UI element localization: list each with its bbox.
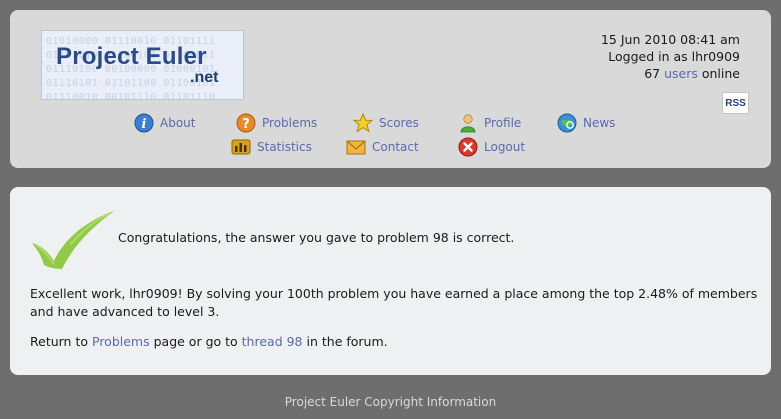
achievement-message: Excellent work, lhr0909! By solving your… (30, 286, 758, 319)
content-panel: Congratulations, the answer you gave to … (10, 187, 771, 375)
congratulations-message: Congratulations, the answer you gave to … (118, 230, 515, 245)
nav-logout-label: Logout (484, 140, 526, 154)
nav-problems-label: Problems (262, 116, 318, 130)
user-status: 15 Jun 2010 08:41 am Logged in as lhr090… (601, 31, 740, 82)
user-icon (460, 114, 476, 133)
logged-in-label: Logged in as (608, 49, 688, 64)
nav-news-label: News (583, 116, 616, 130)
nav-problems[interactable]: ? Problems (236, 113, 317, 133)
logo-name: Project Euler (56, 43, 207, 70)
rss-button[interactable]: RSS (722, 92, 749, 114)
return-prefix: Return to (30, 334, 89, 349)
nav-news[interactable]: News (557, 113, 615, 133)
nav-contact[interactable]: Contact (346, 137, 419, 157)
star-icon (353, 113, 373, 133)
return-mid: page or go to (153, 334, 238, 349)
logout-x-icon (458, 137, 478, 157)
users-link[interactable]: users (664, 66, 698, 81)
project-euler-logo[interactable]: 01010000 01110010 01101111 01101010 0110… (41, 30, 244, 100)
footer-copyright[interactable]: Project Euler Copyright Information (0, 395, 781, 409)
news-globe-icon (557, 113, 577, 133)
nav-profile-label: Profile (484, 116, 522, 130)
svg-text:i: i (142, 117, 147, 132)
footer-text: Project Euler Copyright Information (284, 395, 497, 409)
svg-text:?: ? (242, 117, 250, 132)
checkmark-icon (32, 211, 114, 269)
nav-contact-label: Contact (372, 140, 419, 154)
online-users-line: 67 users online (601, 65, 740, 82)
envelope-icon (346, 140, 366, 155)
info-icon: i (134, 113, 154, 133)
nav-profile[interactable]: Profile (458, 113, 521, 133)
logged-in-line: Logged in as lhr0909 (601, 48, 740, 65)
return-line: Return to Problems page or go to thread … (30, 333, 388, 351)
nav-about[interactable]: i About (134, 113, 195, 133)
header-panel: 01010000 01110010 01101111 01101010 0110… (10, 10, 771, 168)
nav-scores-label: Scores (379, 116, 419, 130)
statistics-icon (231, 139, 251, 155)
users-count: 67 (644, 66, 661, 81)
question-icon: ? (236, 113, 256, 133)
online-label: online (701, 66, 740, 81)
datetime: 15 Jun 2010 08:41 am (600, 32, 740, 47)
logo-tld: .net (190, 69, 219, 86)
problems-link[interactable]: Problems (92, 334, 150, 349)
return-suffix: in the forum. (306, 334, 388, 349)
username: lhr0909 (691, 49, 740, 64)
nav-statistics-label: Statistics (257, 140, 312, 154)
nav-statistics[interactable]: Statistics (231, 137, 312, 157)
nav-scores[interactable]: Scores (353, 113, 419, 133)
nav-about-label: About (160, 116, 196, 130)
thread-link[interactable]: thread 98 (242, 334, 303, 349)
nav-logout[interactable]: Logout (458, 137, 525, 157)
